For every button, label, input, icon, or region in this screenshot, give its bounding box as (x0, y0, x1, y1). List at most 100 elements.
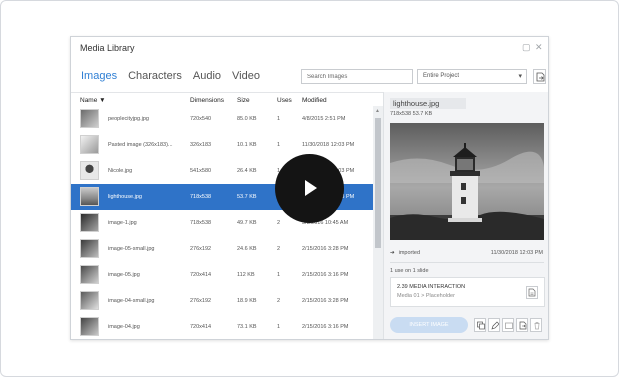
replace-button[interactable] (474, 318, 486, 332)
item-size: 26.4 KB (237, 168, 257, 174)
item-uses: 2 (277, 220, 281, 226)
preview-filename[interactable]: lighthouse.jpg (390, 98, 466, 109)
window-title: Media Library (80, 43, 135, 53)
list-scrollbar[interactable]: ▲ (373, 106, 383, 339)
item-name: image-04-small.jpg (108, 298, 155, 304)
column-dimensions[interactable]: Dimensions (190, 97, 224, 104)
play-button[interactable] (275, 154, 344, 223)
item-size: 85.0 KB (237, 116, 257, 122)
replace-icon (477, 321, 485, 330)
restore-icon[interactable]: ▢ (522, 42, 531, 53)
item-size: 49.7 KB (237, 220, 257, 226)
item-dimensions: 276x192 (190, 246, 212, 252)
export-button[interactable] (533, 69, 546, 84)
thumbnail (80, 213, 99, 232)
item-name: image-04.jpg (108, 324, 140, 330)
play-icon (305, 180, 317, 196)
item-name: lighthouse.jpg (108, 194, 142, 200)
item-uses: 1 (277, 116, 281, 122)
scrollbar-thumb[interactable] (375, 118, 381, 248)
list-item[interactable]: image-04.jpg 720x414 73.1 KB 1 2/15/2016… (71, 314, 373, 339)
item-uses: 1 (277, 142, 281, 148)
tab-images[interactable]: Images (81, 70, 117, 82)
column-modified[interactable]: Modified (302, 97, 327, 104)
item-dimensions: 720x414 (190, 324, 212, 330)
export-file-icon (519, 321, 527, 330)
scope-selected-value: Entire Project (423, 73, 460, 79)
divider (390, 262, 544, 263)
preview-meta: 718x538 53.7 KB (390, 111, 433, 117)
item-name: peoplecityjpg.jpg (108, 116, 149, 122)
usage-slide-path: Media 01 > Placeholder (397, 293, 455, 299)
item-uses: 2 (277, 298, 281, 304)
title-bar: Media Library ▢ ✕ (71, 37, 548, 59)
export-file-button[interactable] (516, 318, 528, 332)
column-name[interactable]: Name ▼ (80, 97, 106, 104)
item-size: 10.1 KB (237, 142, 257, 148)
insert-image-button[interactable]: INSERT IMAGE (390, 317, 468, 333)
item-uses: 1 (277, 272, 281, 278)
edit-icon (491, 321, 499, 330)
imported-label: imported (398, 250, 421, 256)
thumbnail (80, 291, 99, 310)
thumbnail (80, 239, 99, 258)
list-item[interactable]: peoplecityjpg.jpg 720x540 85.0 KB 1 4/8/… (71, 106, 373, 132)
usage-slide-title: 2.39 MEDIA INTERACTION (397, 284, 466, 290)
edit-button[interactable] (488, 318, 500, 332)
close-icon[interactable]: ✕ (535, 42, 543, 53)
item-uses: 1 (277, 324, 281, 330)
scope-dropdown[interactable]: Entire Project ▾ (417, 69, 527, 84)
slide-link-icon[interactable] (526, 286, 538, 299)
item-modified: 2/15/2016 3:16 PM (302, 324, 349, 330)
list-header: Name ▼ Dimensions Size Uses Modified (71, 92, 383, 106)
item-size: 73.1 KB (237, 324, 257, 330)
list-item[interactable]: image-04-small.jpg 276x192 18.9 KB 2 2/1… (71, 288, 373, 314)
open-button[interactable] (502, 318, 514, 332)
thumbnail (80, 161, 99, 180)
tab-audio[interactable]: Audio (193, 70, 221, 82)
item-dimensions: 720x540 (190, 116, 212, 122)
item-name: image-1.jpg (108, 220, 137, 226)
list-item[interactable]: Pasted image (326x183)... 326x183 10.1 K… (71, 132, 373, 158)
item-size: 53.7 KB (237, 194, 257, 200)
thumbnail (80, 317, 99, 336)
imported-status: ➔ imported (390, 250, 420, 256)
tab-characters[interactable]: Characters (128, 70, 182, 82)
item-dimensions: 326x183 (190, 142, 212, 148)
item-size: 112 KB (237, 272, 255, 278)
thumbnail (80, 187, 99, 206)
item-uses: 2 (277, 246, 281, 252)
item-name: Pasted image (326x183)... (108, 142, 173, 148)
list-item[interactable]: image-05.jpg 720x414 112 KB 1 2/15/2016 … (71, 262, 373, 288)
preview-image (390, 123, 544, 240)
delete-button[interactable] (530, 318, 542, 332)
search-input[interactable] (301, 69, 413, 84)
imported-arrow-icon: ➔ (390, 250, 395, 256)
item-modified: 2/15/2016 3:28 PM (302, 246, 349, 252)
item-name: Nicole.jpg (108, 168, 133, 174)
item-name: image-05.jpg (108, 272, 140, 278)
scroll-up-icon[interactable]: ▲ (375, 108, 380, 114)
thumbnail (80, 109, 99, 128)
thumbnail (80, 135, 99, 154)
lighthouse-illustration (390, 123, 544, 240)
preview-panel: lighthouse.jpg 718x538 53.7 KB ➔ importe… (383, 92, 548, 339)
thumbnail (80, 265, 99, 284)
item-dimensions: 541x580 (190, 168, 212, 174)
chevron-down-icon: ▾ (518, 73, 522, 80)
item-name: image-05-small.jpg (108, 246, 155, 252)
item-dimensions: 720x414 (190, 272, 212, 278)
media-tabs: Images Characters Audio Video (81, 70, 260, 82)
column-uses[interactable]: Uses (277, 97, 292, 104)
item-modified: 11/30/2018 12:03 PM (302, 142, 355, 148)
item-modified: 2/15/2016 3:16 PM (302, 272, 349, 278)
column-size[interactable]: Size (237, 97, 250, 104)
usage-card[interactable]: 2.39 MEDIA INTERACTION Media 01 > Placeh… (390, 277, 545, 307)
tab-video[interactable]: Video (232, 70, 260, 82)
list-item[interactable]: image-05-small.jpg 276x192 24.6 KB 2 2/1… (71, 236, 373, 262)
delete-icon (534, 322, 540, 330)
item-modified: 2/15/2016 3:28 PM (302, 298, 349, 304)
item-dimensions: 718x538 (190, 194, 212, 200)
media-list: peoplecityjpg.jpg 720x540 85.0 KB 1 4/8/… (71, 106, 373, 339)
open-icon (505, 322, 513, 329)
